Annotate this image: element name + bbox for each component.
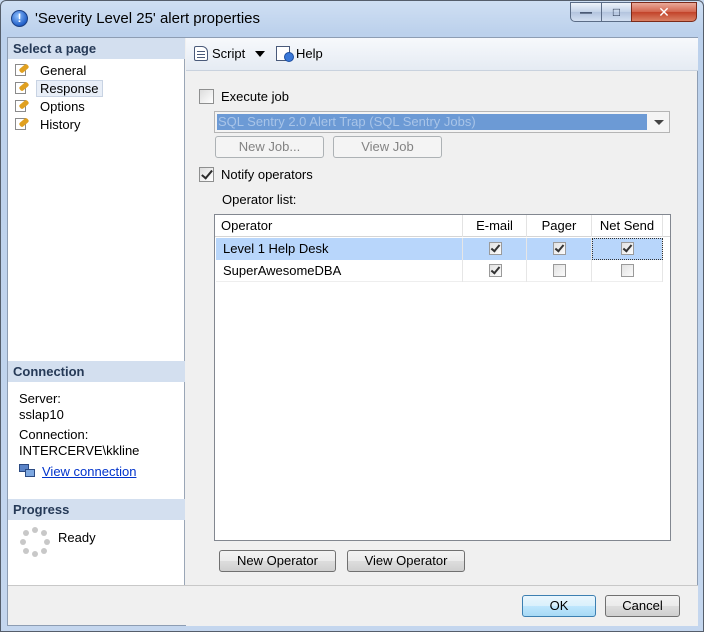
help-button[interactable]: Help <box>276 46 323 62</box>
job-select-value: SQL Sentry 2.0 Alert Trap (SQL Sentry Jo… <box>217 114 647 130</box>
connection-label: Connection: <box>19 427 89 442</box>
window-title: 'Severity Level 25' alert properties <box>35 10 261 27</box>
table-row[interactable]: Level 1 Help Desk <box>216 238 663 260</box>
dialog-footer: OK Cancel <box>186 585 698 626</box>
view-operator-button[interactable]: View Operator <box>347 550 465 572</box>
pager-checkbox[interactable] <box>553 242 566 255</box>
execute-job-checkbox[interactable] <box>199 89 214 104</box>
help-label: Help <box>296 46 323 61</box>
notify-operators-checkbox[interactable] <box>199 167 214 182</box>
progress-spinner-icon <box>20 527 50 557</box>
table-row[interactable]: SuperAwesomeDBA <box>216 260 663 282</box>
sidebar-item-options[interactable]: Options <box>14 97 89 115</box>
notify-operators-label: Notify operators <box>221 167 313 182</box>
sidebar-item-label: Options <box>40 98 85 114</box>
chevron-down-icon[interactable] <box>654 120 664 125</box>
dialog-client: Select a page General Response Options H… <box>7 37 698 626</box>
net-send-checkbox[interactable] <box>621 264 634 277</box>
view-job-button[interactable]: View Job <box>333 136 442 158</box>
view-connection-icon <box>19 464 35 478</box>
operator-list-label: Operator list: <box>222 192 297 207</box>
email-checkbox[interactable] <box>489 264 502 277</box>
alert-info-icon: ! <box>11 10 28 27</box>
operator-name: Level 1 Help Desk <box>216 238 463 260</box>
sidebar-item-general[interactable]: General <box>14 61 90 79</box>
sidebar-item-label: History <box>40 116 81 132</box>
minimize-icon: — <box>580 5 592 19</box>
left-footer-divider <box>8 585 186 586</box>
sidebar-item-history[interactable]: History <box>14 115 84 133</box>
left-panel: Select a page General Response Options H… <box>8 38 185 585</box>
ok-button[interactable]: OK <box>522 595 596 617</box>
sidebar-item-label: General <box>40 62 87 78</box>
page-settings-icon <box>14 99 30 113</box>
new-operator-button[interactable]: New Operator <box>219 550 336 572</box>
column-header-operator[interactable]: Operator <box>215 215 463 237</box>
sidebar-item-response[interactable]: Response <box>14 79 103 97</box>
sidebar-item-label: Response <box>36 79 103 97</box>
close-icon: ✕ <box>658 4 670 20</box>
cancel-button[interactable]: Cancel <box>605 595 680 617</box>
job-select[interactable]: SQL Sentry 2.0 Alert Trap (SQL Sentry Jo… <box>214 111 670 133</box>
grid-header: Operator E-mail Pager Net Send <box>215 215 670 237</box>
script-label: Script <box>212 46 246 61</box>
operator-name: SuperAwesomeDBA <box>216 260 463 282</box>
maximize-icon: □ <box>612 5 621 19</box>
dialog-window: ! 'Severity Level 25' alert properties —… <box>0 0 704 632</box>
maximize-button[interactable]: □ <box>601 2 632 22</box>
script-button[interactable]: Script <box>194 46 266 61</box>
execute-job-label: Execute job <box>221 89 289 104</box>
new-job-button[interactable]: New Job... <box>215 136 324 158</box>
column-header-net-send[interactable]: Net Send <box>592 215 663 237</box>
net-send-checkbox[interactable] <box>621 242 634 255</box>
email-checkbox[interactable] <box>489 242 502 255</box>
progress-status: Ready <box>58 530 96 545</box>
page-settings-icon <box>14 63 30 77</box>
column-header-email[interactable]: E-mail <box>463 215 527 237</box>
page-settings-icon <box>14 117 30 131</box>
connection-header: Connection <box>8 361 185 382</box>
view-connection-link[interactable]: View connection <box>42 464 136 479</box>
connection-value: INTERCERVE\kkline <box>19 443 140 458</box>
chevron-down-icon[interactable] <box>255 50 266 57</box>
minimize-button[interactable]: — <box>570 2 602 22</box>
script-icon <box>194 46 208 61</box>
close-button[interactable]: ✕ <box>631 2 697 22</box>
title-bar[interactable]: ! 'Severity Level 25' alert properties —… <box>1 1 703 37</box>
column-header-pager[interactable]: Pager <box>527 215 592 237</box>
server-value: sslap10 <box>19 407 64 422</box>
toolbar: Script Help <box>186 38 698 71</box>
help-icon <box>276 46 294 62</box>
page-settings-icon <box>14 81 30 95</box>
select-page-header: Select a page <box>8 38 185 59</box>
pager-checkbox[interactable] <box>553 264 566 277</box>
progress-header: Progress <box>8 499 185 520</box>
server-label: Server: <box>19 391 61 406</box>
operator-grid[interactable]: Operator E-mail Pager Net Send Level 1 H… <box>214 214 671 541</box>
